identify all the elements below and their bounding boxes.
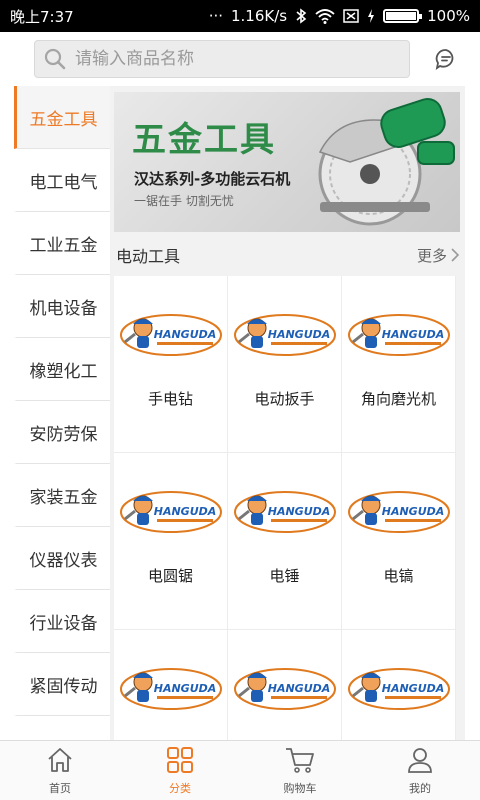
product-image: HANGUDA: [347, 666, 451, 716]
sidebar-item-label: 家装五金: [29, 487, 98, 508]
product-image: HANGUDA: [119, 666, 223, 716]
cart-icon: [284, 745, 316, 778]
nav-cart-button[interactable]: 购物车: [240, 741, 360, 800]
promo-banner[interactable]: 五金工具 汉达系列-多功能云石机 一锯在手 切割无忧: [114, 92, 460, 232]
message-icon: [435, 49, 454, 70]
category-content: 五金工具 汉达系列-多功能云石机 一锯在手 切割无忧 电动工具 更多 HANGU…: [110, 86, 465, 740]
home-icon: [45, 745, 75, 778]
product-image: HANGUDA: [233, 666, 337, 716]
nav-label: 购物车: [283, 782, 317, 795]
sidebar-item-label: 行业设备: [29, 613, 98, 634]
product-name: 角向磨光机: [360, 390, 436, 408]
product-item[interactable]: HANGUDA: [114, 630, 227, 740]
battery-icon: [383, 9, 423, 23]
search-input[interactable]: [75, 49, 375, 69]
nav-category-button[interactable]: 分类: [120, 741, 240, 800]
svg-text:HANGUDA: HANGUDA: [267, 328, 330, 341]
status-time: 晚上7:37: [10, 7, 74, 26]
sidebar-item[interactable]: 电工电气: [14, 149, 110, 212]
charging-icon: [368, 9, 375, 23]
sidebar-item-label: 紧固传动: [29, 676, 98, 697]
product-image: HANGUDA: [119, 489, 223, 539]
nav-label: 我的: [409, 782, 431, 795]
sidebar-item-label: 仪器仪表: [29, 550, 98, 571]
svg-text:HANGUDA: HANGUDA: [153, 505, 216, 518]
nav-home-button[interactable]: 首页: [0, 741, 120, 800]
section-header: 电动工具 更多: [110, 236, 465, 274]
product-item[interactable]: HANGUDA 电锤: [228, 453, 341, 629]
sidebar-item[interactable]: 工业五金: [14, 212, 110, 275]
product-item[interactable]: HANGUDA: [228, 630, 341, 740]
user-icon: [405, 745, 435, 778]
product-grid: HANGUDA 手电钻 HANGUDA 电动扳手 HANGUDA 角向磨光机 H…: [114, 276, 456, 740]
product-item[interactable]: HANGUDA 电动扳手: [228, 276, 341, 452]
sidebar-item-label: 五金工具: [29, 109, 98, 130]
product-item[interactable]: HANGUDA 电镐: [342, 453, 455, 629]
sidebar-item[interactable]: 仪器仪表: [14, 527, 110, 590]
product-name: 电镐: [383, 567, 414, 585]
svg-text:HANGUDA: HANGUDA: [267, 505, 330, 518]
sidebar-item-label: 机电设备: [29, 298, 98, 319]
product-item[interactable]: HANGUDA: [342, 630, 455, 740]
svg-text:HANGUDA: HANGUDA: [153, 682, 216, 695]
svg-text:HANGUDA: HANGUDA: [381, 505, 444, 518]
circular-saw-image: [318, 97, 455, 226]
product-name: 电锤: [269, 567, 300, 585]
category-sidebar: 五金工具电工电气工业五金机电设备橡塑化工安防劳保家装五金仪器仪表行业设备紧固传动: [14, 86, 110, 740]
product-image: HANGUDA: [233, 312, 337, 362]
sidebar-margin: [0, 86, 14, 740]
product-name: 手电钻: [147, 390, 193, 408]
chevron-right-icon: [451, 248, 459, 262]
banner-subtitle: 汉达系列-多功能云石机: [134, 170, 291, 188]
battery-percent: 100%: [427, 7, 470, 25]
section-title: 电动工具: [116, 247, 181, 266]
svg-text:HANGUDA: HANGUDA: [381, 682, 444, 695]
more-link[interactable]: 更多: [417, 245, 459, 266]
search-icon: [44, 48, 66, 70]
sidebar-item-label: 工业五金: [29, 235, 98, 256]
product-image: HANGUDA: [347, 489, 451, 539]
nav-label: 首页: [49, 782, 71, 795]
no-sim-icon: [343, 9, 359, 23]
product-image: HANGUDA: [347, 312, 451, 362]
product-image: HANGUDA: [119, 312, 223, 362]
more-label: 更多: [416, 246, 447, 265]
product-item[interactable]: HANGUDA 手电钻: [114, 276, 227, 452]
sidebar-item-label: 安防劳保: [29, 424, 98, 445]
sidebar-item[interactable]: 五金工具: [14, 86, 110, 149]
product-item[interactable]: HANGUDA 角向磨光机: [342, 276, 455, 452]
message-button[interactable]: [432, 45, 460, 73]
bluetooth-icon: [296, 8, 307, 24]
sidebar-item[interactable]: 紧固传动: [14, 653, 110, 716]
svg-text:HANGUDA: HANGUDA: [267, 682, 330, 695]
sidebar-item[interactable]: 安防劳保: [14, 401, 110, 464]
svg-text:HANGUDA: HANGUDA: [381, 328, 444, 341]
category-icon: [165, 745, 195, 778]
status-bar: 晚上7:37 ··· 1.16K/s 100%: [0, 0, 480, 32]
svg-text:HANGUDA: HANGUDA: [153, 328, 216, 341]
banner-slogan: 一锯在手 切割无忧: [134, 194, 234, 208]
sidebar-item-label: 橡塑化工: [29, 361, 98, 382]
sidebar-item[interactable]: 机电设备: [14, 275, 110, 338]
product-name: 电动扳手: [254, 390, 315, 408]
sidebar-item-label: 电工电气: [29, 172, 98, 193]
bottom-nav: 首页 分类 购物车 我的: [0, 740, 480, 800]
product-image: HANGUDA: [233, 489, 337, 539]
nav-user-button[interactable]: 我的: [360, 741, 480, 800]
dots-icon: ···: [208, 7, 223, 25]
product-name: 电圆锯: [147, 567, 193, 585]
wifi-icon: [315, 9, 335, 24]
sidebar-item[interactable]: 行业设备: [14, 590, 110, 653]
sidebar-item[interactable]: 橡塑化工: [14, 338, 110, 401]
search-header: [0, 32, 480, 86]
search-bar[interactable]: [34, 40, 410, 78]
network-speed: 1.16K/s: [231, 7, 288, 25]
banner-title: 五金工具: [132, 120, 276, 160]
nav-label: 分类: [169, 782, 191, 795]
product-item[interactable]: HANGUDA 电圆锯: [114, 453, 227, 629]
sidebar-item[interactable]: 家装五金: [14, 464, 110, 527]
